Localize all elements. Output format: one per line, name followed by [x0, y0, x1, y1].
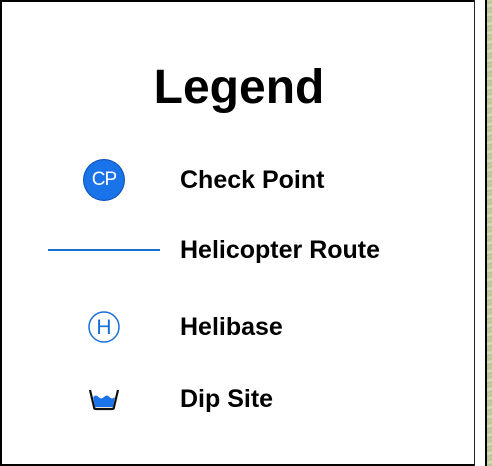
legend-item-label: Check Point: [180, 166, 325, 194]
checkpoint-symbol: CP: [48, 158, 160, 202]
checkpoint-circle-icon: CP: [84, 160, 124, 200]
checkpoint-symbol-text: CP: [91, 169, 117, 190]
legend-item-label: Helicopter Route: [180, 236, 381, 264]
legend-item-label: Dip Site: [180, 385, 274, 413]
helibase-symbol-text: H: [96, 316, 111, 339]
dip-site-symbol: [48, 377, 160, 421]
map-edge: [474, 0, 492, 466]
legend-item-helicopter-route: Helicopter Route: [2, 228, 476, 272]
legend-item-label: Helibase: [180, 313, 283, 341]
helicopter-route-line: [48, 249, 160, 251]
legend-panel: Legend CP Check Point Helicopter Route H…: [0, 0, 474, 466]
legend-item-dip-site: Dip Site: [2, 377, 476, 421]
helibase-icon: H: [88, 311, 120, 343]
helicopter-route-symbol: [48, 228, 160, 272]
legend-item-check-point: CP Check Point: [2, 158, 476, 202]
map-terrain: [485, 0, 492, 466]
legend-item-helibase: H Helibase: [2, 305, 476, 349]
helibase-symbol: H: [48, 305, 160, 349]
dip-site-icon: [88, 389, 120, 411]
legend-title: Legend: [153, 61, 325, 114]
